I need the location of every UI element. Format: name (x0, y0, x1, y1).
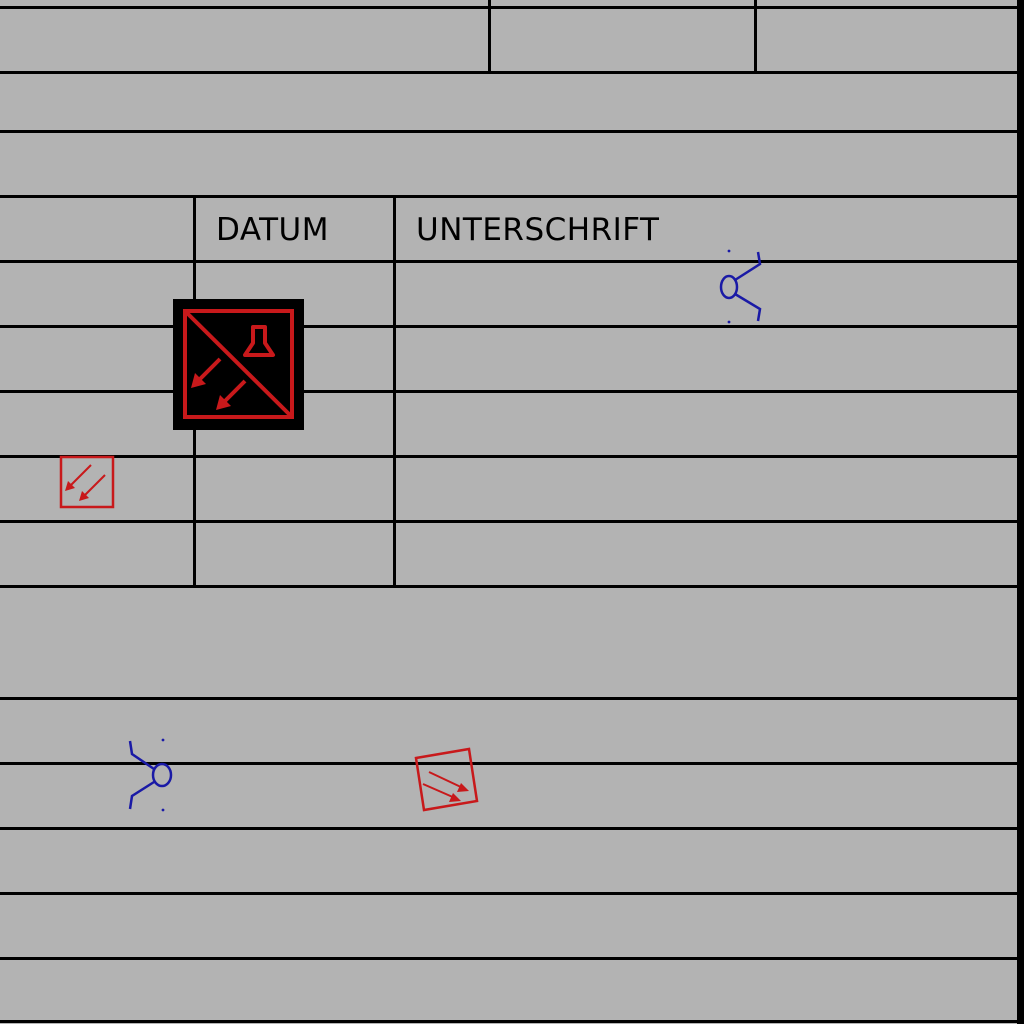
row-divider (0, 260, 1018, 263)
row-divider (0, 455, 1018, 458)
column-divider (393, 196, 396, 587)
row-divider (0, 585, 1018, 588)
double-arrow-square-icon (411, 746, 481, 814)
column-divider (488, 0, 491, 73)
electrical-hazard-symbol-icon (173, 299, 304, 430)
row-divider (0, 697, 1018, 700)
stick-figure-icon (124, 736, 176, 814)
row-divider (0, 6, 1018, 9)
row-divider (0, 1020, 1018, 1023)
form-sheet: DATUM UNTERSCHRIFT (0, 0, 1024, 1024)
row-divider (0, 195, 1018, 198)
row-divider (0, 520, 1018, 523)
date-column-header: DATUM (216, 212, 329, 248)
column-divider (754, 0, 757, 73)
row-divider (0, 827, 1018, 830)
row-divider (0, 957, 1018, 960)
double-arrow-square-icon (59, 455, 115, 509)
page-edge (1017, 0, 1024, 1024)
row-divider (0, 130, 1018, 133)
row-divider (0, 390, 1018, 393)
signature-column-header: UNTERSCHRIFT (416, 212, 660, 248)
row-divider (0, 325, 1018, 328)
row-divider (0, 892, 1018, 895)
stick-figure-icon (715, 247, 767, 325)
row-divider (0, 71, 1018, 74)
